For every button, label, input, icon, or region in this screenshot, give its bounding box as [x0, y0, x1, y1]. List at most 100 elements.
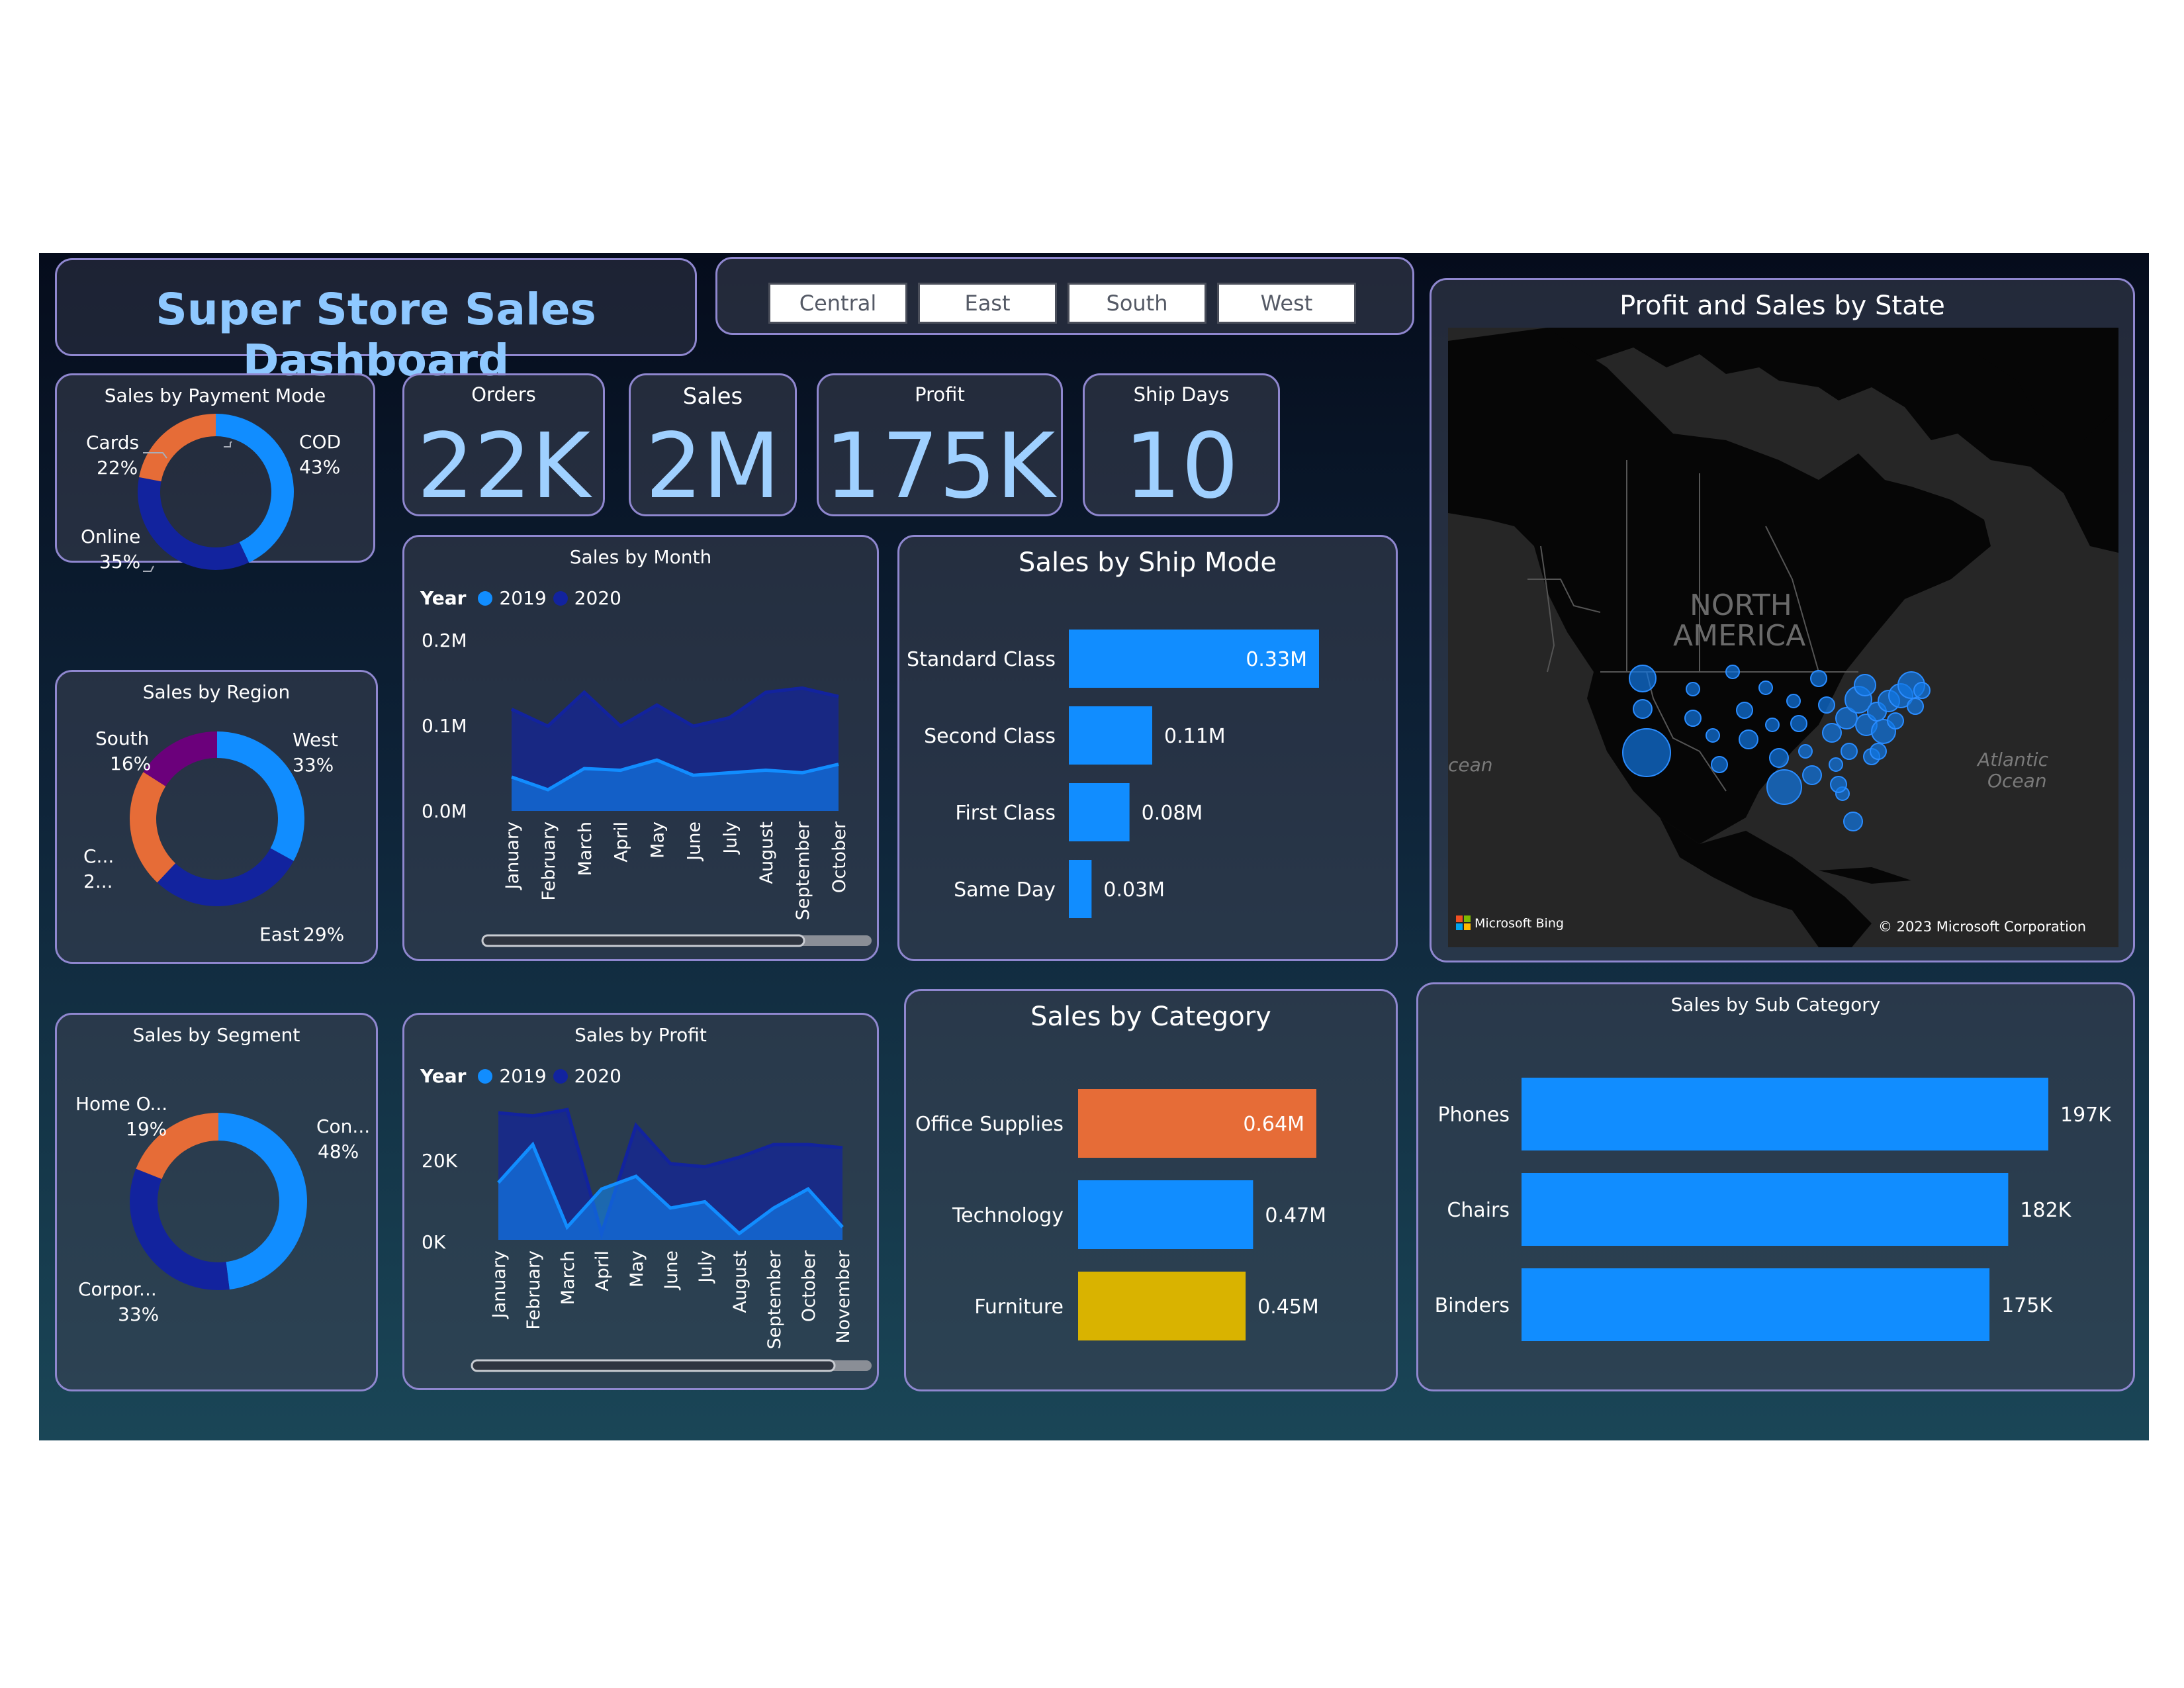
sales-by-profit-chart: 20K 0K January February March April May June Jul…	[422, 1107, 872, 1372]
map-state-bubble[interactable]	[1887, 712, 1904, 729]
x-tick-label: March	[558, 1250, 578, 1305]
category-category-label: Office Supplies	[915, 1113, 1064, 1136]
payment-pct-online: 35%	[99, 551, 140, 573]
slicer-button-east[interactable]: East	[918, 283, 1057, 324]
x-tick-label: September	[793, 821, 813, 920]
x-tick-label: October	[799, 1250, 819, 1322]
kpi-sales-value: 2M	[645, 414, 780, 519]
map-state-bubble[interactable]	[1711, 756, 1728, 773]
ship-mode-data-label: 0.08M	[1142, 802, 1203, 825]
map-state-bubble[interactable]	[1765, 718, 1780, 732]
kpi-profit-card: Profit 175K	[817, 373, 1063, 516]
map-state-bubble[interactable]	[1913, 682, 1931, 699]
category-chart: Office Supplies 0.64M Technology 0.47M Furni…	[915, 1089, 1326, 1340]
map-label-atlantic: Atlantic	[1976, 749, 2049, 771]
map-state-bubble[interactable]	[1810, 670, 1827, 687]
map-state-bubble[interactable]	[1802, 765, 1822, 785]
map-state-bubble[interactable]	[1736, 702, 1753, 719]
x-tick-label: July	[696, 1250, 716, 1284]
ship-mode-data-label: 0.03M	[1103, 878, 1165, 902]
ship-mode-chart: Standard Class 0.33M Second Class 0.11M Firs…	[907, 630, 1319, 918]
map-state-bubble[interactable]	[1684, 710, 1702, 727]
map-state-bubble[interactable]	[1739, 729, 1758, 749]
region-slice-c[interactable]	[130, 772, 176, 883]
map-state-bubble[interactable]	[1686, 682, 1700, 696]
slicer-button-south[interactable]: South	[1068, 283, 1206, 324]
region-slice-east[interactable]	[157, 848, 294, 906]
map-state-bubble[interactable]	[1786, 694, 1801, 708]
y-tick-label: 20K	[422, 1150, 458, 1172]
region-slice-west[interactable]	[217, 731, 304, 861]
ship-mode-bar-sameday[interactable]	[1069, 860, 1092, 918]
map-state-bubble[interactable]	[1830, 776, 1847, 793]
map-state-bubble[interactable]	[1841, 743, 1858, 760]
x-tick-label: September	[764, 1250, 785, 1349]
map-state-bubble[interactable]	[1843, 812, 1863, 831]
payment-mode-donut: COD 43% Cards 22% Online 35%	[81, 414, 341, 573]
map-state-bubble[interactable]	[1633, 699, 1653, 719]
category-bar-technology[interactable]	[1078, 1180, 1253, 1249]
payment-mode-card: Sales by Payment Mode COD 43% Cards 22% …	[55, 373, 375, 573]
sub-category-bar-binders[interactable]	[1522, 1268, 1990, 1341]
bing-logo	[1456, 915, 1471, 930]
map-state-bubble[interactable]	[1798, 744, 1813, 759]
sub-category-bar-phones[interactable]	[1522, 1078, 2048, 1150]
region-pct-east: 29%	[303, 923, 344, 945]
scrollbar-thumb[interactable]	[481, 934, 805, 947]
category-bar-furniture[interactable]	[1078, 1272, 1246, 1340]
map-state-bubble[interactable]	[1629, 665, 1657, 692]
slicer-button-central[interactable]: Central	[768, 283, 907, 324]
map-state-bubble[interactable]	[1706, 728, 1720, 743]
payment-slice-cod[interactable]	[216, 414, 294, 563]
payment-label-cards: Cards	[86, 432, 139, 453]
region-slice-south[interactable]	[143, 731, 217, 786]
map-state-bubble[interactable]	[1854, 674, 1876, 696]
slicer-button-west[interactable]: West	[1217, 283, 1356, 324]
map-state-bubble[interactable]	[1790, 715, 1807, 732]
map-state-bubble[interactable]	[1769, 748, 1789, 768]
region-label-east: East	[259, 923, 299, 945]
ship-mode-data-label: 0.33M	[1246, 648, 1307, 671]
map-state-bubble[interactable]	[1829, 757, 1843, 772]
map-state-bubble[interactable]	[1818, 696, 1835, 714]
map-copyright: © 2023 Microsoft Corporation	[1878, 919, 2086, 935]
map-state-bubble[interactable]	[1622, 728, 1671, 777]
ship-mode-bar-secondclass[interactable]	[1069, 706, 1152, 765]
map-state-bubble[interactable]	[1766, 769, 1802, 805]
y-tick-label: 0.0M	[422, 800, 467, 822]
ship-mode-bar-firstclass[interactable]	[1069, 783, 1130, 841]
payment-slice-cards[interactable]	[139, 414, 216, 482]
x-tick-label: January	[502, 821, 523, 890]
category-card: Sales by Category Office Supplies 0.64M Te…	[904, 989, 1398, 1391]
map-state-bubble[interactable]	[1907, 698, 1924, 715]
x-tick-label: March	[575, 821, 596, 876]
x-tick-label: April	[592, 1250, 613, 1291]
region-label-west: West	[293, 729, 338, 751]
map-label-pacific: cean	[1448, 754, 1493, 776]
x-tick-label: July	[720, 821, 741, 855]
sales-by-profit-card: Sales by Profit Year 2019 2020 20K 0K Janu…	[402, 1013, 879, 1390]
ship-mode-category-label: Same Day	[954, 878, 1056, 902]
segment-label-home-office: Home O...	[75, 1093, 167, 1115]
category-data-label: 0.64M	[1243, 1113, 1304, 1136]
x-tick-label: May	[627, 1250, 647, 1288]
segment-slice-corpor[interactable]	[129, 1168, 230, 1290]
scrollbar-thumb[interactable]	[471, 1359, 836, 1372]
sales-by-month-chart: 0.2M 0.1M 0.0M January February March April May…	[422, 630, 872, 947]
sub-category-bar-chairs[interactable]	[1522, 1173, 2009, 1246]
y-tick-label: 0K	[422, 1231, 446, 1253]
map-state-bubble[interactable]	[1822, 723, 1842, 743]
segment-slice-con[interactable]	[218, 1113, 308, 1289]
page-title: Super Store Sales Dashboard	[156, 284, 596, 386]
kpi-orders-card: Orders 22K	[402, 373, 605, 516]
map-state-bubble[interactable]	[1725, 665, 1740, 679]
map-state-bubble[interactable]	[1758, 680, 1773, 695]
sub-category-data-label: 175K	[2001, 1294, 2053, 1317]
map-state-bubble[interactable]	[1870, 743, 1887, 760]
map-canvas[interactable]: NORTH AMERICA cean Atlantic Ocean Micros…	[1448, 328, 2118, 947]
region-label-central: C...	[83, 845, 114, 867]
payment-pct-cod: 43%	[299, 456, 340, 478]
sub-category-category-label: Phones	[1437, 1103, 1510, 1127]
segment-pct-corporate: 33%	[118, 1303, 159, 1325]
payment-slice-online[interactable]	[138, 477, 250, 570]
